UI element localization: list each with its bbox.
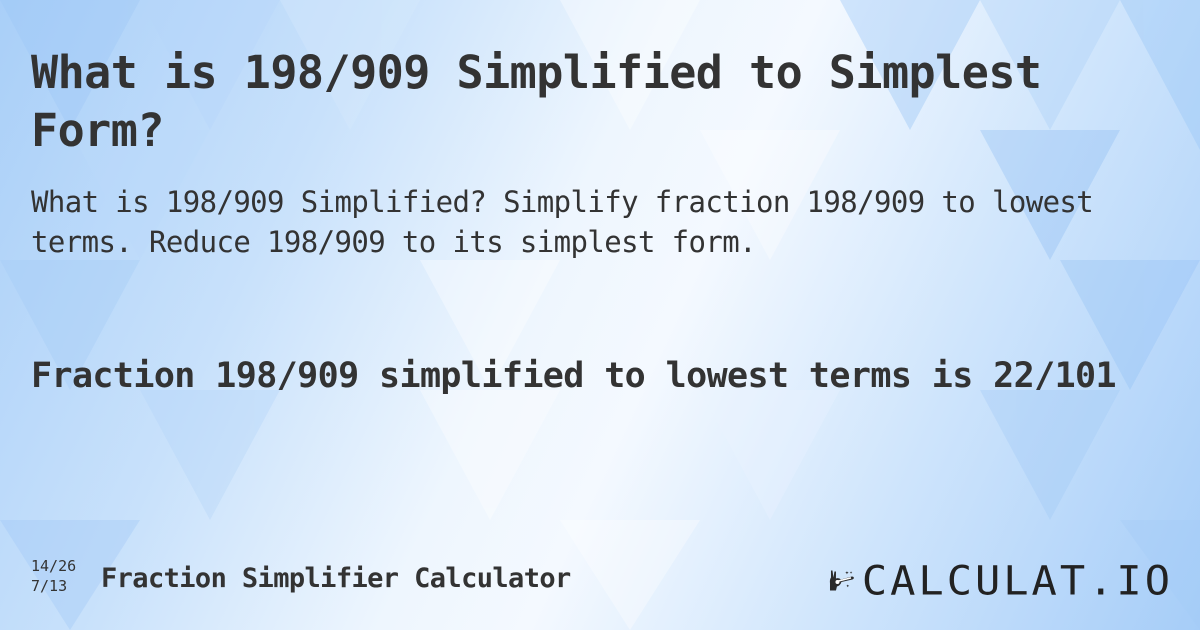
svg-text:✦: ✦ [849,570,853,575]
calculat-io-logo[interactable]: ✦ ✦ ✦ CALCULAT.IO [828,556,1173,604]
answer-text: Fraction 198/909 simplified to lowest te… [31,356,1117,396]
hand-magic-wand-icon: ✦ ✦ ✦ [829,570,854,591]
page-title: What is 198/909 Simplified to Simplest F… [31,46,1042,157]
footer-fraction-example: 14/26 7/13 [31,556,76,596]
logo-text: CALCULAT.IO [861,556,1173,604]
svg-text:✦: ✦ [846,583,850,589]
calculator-name: Fraction Simplifier Calculator [101,563,571,594]
fraction-top: 14/26 [31,557,77,575]
fraction-bottom: 7/13 [31,577,68,595]
page-subtitle: What is 198/909 Simplified? Simplify fra… [31,185,1094,259]
svg-text:✦: ✦ [845,571,849,577]
